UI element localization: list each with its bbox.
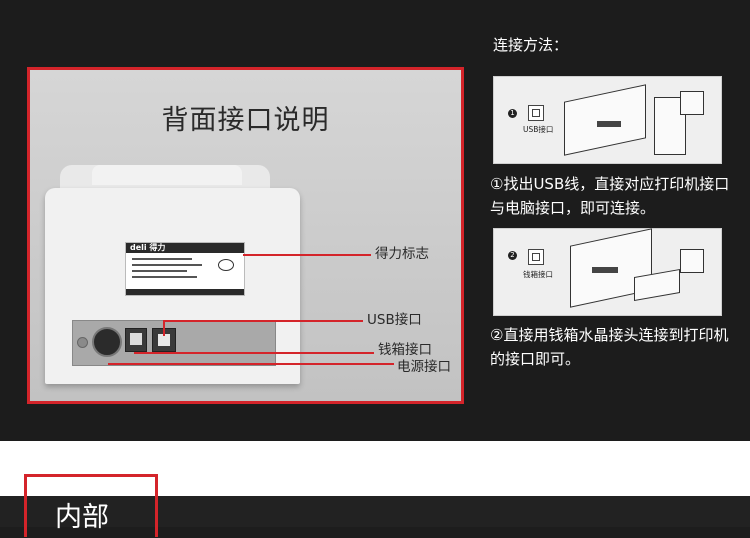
printer-lid — [92, 165, 242, 185]
usb-connection-diagram: 1 USB接口 — [493, 76, 722, 164]
brand-callout-label: 得力标志 — [375, 246, 429, 262]
certification-mark-icon — [218, 259, 234, 271]
connection-method-title: 连接方法： — [493, 36, 569, 54]
rj-plug-detail — [680, 249, 704, 273]
usb-callout-label: USB接口 — [367, 312, 422, 328]
step-number-badge: 2 — [508, 251, 517, 260]
step-number-badge: 1 — [508, 109, 517, 118]
cash-drawer-port-icon — [528, 249, 544, 265]
step1-description: ①找出USB线，直接对应打印机接口与电脑接口，即可连接。 — [490, 175, 730, 217]
cash-drawer-port — [125, 328, 147, 352]
rear-interface-panel: 背面接口说明 deli 得力 得力标志 USB接口 钱箱接口 电源接口 — [27, 67, 464, 404]
brand-callout-line — [243, 254, 371, 256]
cash-drawer-callout-line — [134, 352, 374, 354]
usb-port-label: USB接口 — [523, 125, 554, 134]
brand-logo: deli 得力 — [130, 243, 166, 252]
screw-icon — [77, 337, 88, 348]
power-callout-line — [108, 363, 394, 365]
cash-drawer-connection-diagram: 2 钱箱接口 — [493, 228, 722, 316]
usb-callout-line — [163, 320, 363, 322]
step2-description: ②直接用钱箱水晶接头连接到打印机的接口即可。 — [490, 326, 729, 368]
usb-plug-detail — [680, 91, 704, 115]
power-port — [92, 327, 122, 357]
usb-port-icon — [528, 105, 544, 121]
cash-drawer-port-label: 钱箱接口 — [523, 270, 553, 279]
printer-sketch — [564, 84, 646, 156]
section-title: 内部 — [55, 502, 109, 533]
power-callout-label: 电源接口 — [397, 359, 451, 375]
rear-port-panel — [72, 320, 276, 366]
printer-nameplate: deli 得力 — [125, 242, 245, 296]
panel-title: 背面接口说明 — [161, 105, 330, 136]
